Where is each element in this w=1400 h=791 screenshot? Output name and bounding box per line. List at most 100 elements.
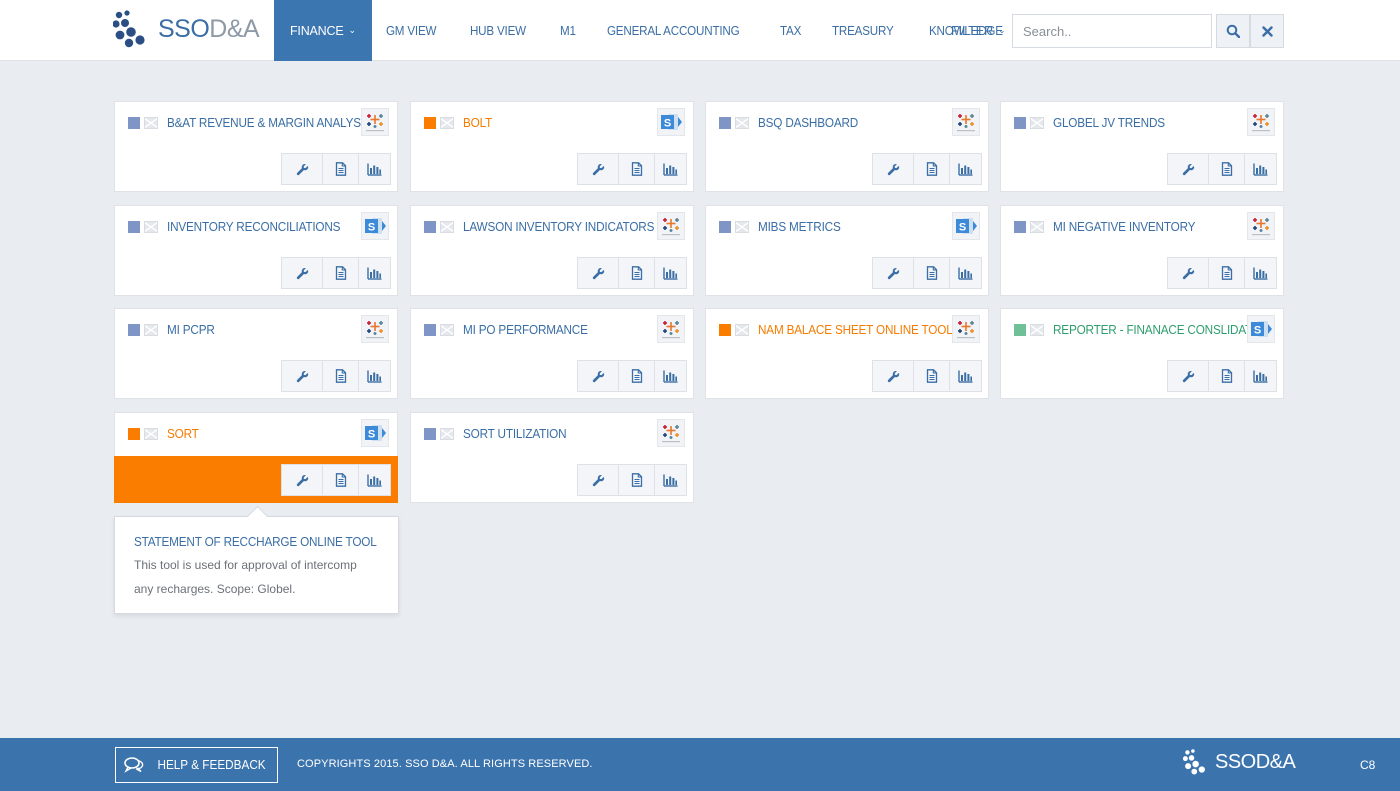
report-tile[interactable]: SORT S — [114, 412, 398, 503]
settings-button[interactable] — [1168, 361, 1208, 391]
report-button[interactable] — [949, 258, 981, 288]
report-button[interactable] — [358, 258, 390, 288]
search-button[interactable] — [1216, 14, 1250, 48]
tile-title[interactable]: BOLT — [463, 116, 492, 130]
settings-button[interactable] — [578, 361, 618, 391]
tile-title[interactable]: B&AT REVENUE & MARGIN ANALYSIS — [167, 116, 372, 130]
popup-title[interactable]: STATEMENT OF RECCHARGE ONLINE TOOL — [134, 535, 377, 549]
envelope-icon[interactable] — [735, 324, 749, 336]
details-button[interactable] — [618, 465, 654, 495]
details-button[interactable] — [1208, 361, 1244, 391]
tile-title[interactable]: MIBS METRICS — [758, 220, 841, 234]
envelope-icon[interactable] — [440, 428, 454, 440]
report-tile[interactable]: MI PCPR — [114, 308, 398, 399]
settings-button[interactable] — [282, 465, 322, 495]
filter-dropdown[interactable]: FILTER ⌄ — [951, 0, 1006, 61]
settings-button[interactable] — [282, 154, 322, 184]
document-icon — [335, 162, 347, 176]
details-button[interactable] — [1208, 154, 1244, 184]
envelope-icon[interactable] — [1030, 221, 1044, 233]
search-input[interactable] — [1012, 14, 1212, 48]
report-button[interactable] — [358, 361, 390, 391]
details-button[interactable] — [913, 258, 949, 288]
nav-m1[interactable]: M1 — [546, 0, 590, 61]
envelope-icon[interactable] — [144, 428, 158, 440]
settings-button[interactable] — [578, 154, 618, 184]
report-tile[interactable]: BOLT S — [410, 101, 694, 192]
nav-treasury[interactable]: TREASURY — [818, 0, 908, 61]
envelope-icon[interactable] — [440, 221, 454, 233]
report-button[interactable] — [654, 361, 686, 391]
details-button[interactable] — [322, 154, 358, 184]
settings-button[interactable] — [1168, 154, 1208, 184]
details-button[interactable] — [322, 258, 358, 288]
tile-title[interactable]: GLOBEL JV TRENDS — [1053, 116, 1165, 130]
details-button[interactable] — [913, 361, 949, 391]
report-tile[interactable]: REPORTER - FINANACE CONSLIDATED S — [1000, 308, 1284, 399]
tile-title[interactable]: BSQ DASHBOARD — [758, 116, 858, 130]
report-button[interactable] — [358, 154, 390, 184]
sso-logo[interactable]: SSOD&A — [113, 9, 260, 49]
report-tile[interactable]: INVENTORY RECONCILIATIONS S — [114, 205, 398, 296]
report-tile[interactable]: SORT UTILIZATION — [410, 412, 694, 503]
envelope-icon[interactable] — [1030, 117, 1044, 129]
settings-button[interactable] — [1168, 258, 1208, 288]
report-button[interactable] — [1244, 154, 1276, 184]
tile-title[interactable]: INVENTORY RECONCILIATIONS — [167, 220, 341, 234]
details-button[interactable] — [913, 154, 949, 184]
report-tile[interactable]: MI PO PERFORMANCE — [410, 308, 694, 399]
settings-button[interactable] — [282, 258, 322, 288]
tile-actions — [872, 153, 982, 185]
help-feedback-button[interactable]: HELP & FEEDBACK — [115, 747, 278, 783]
envelope-icon[interactable] — [440, 117, 454, 129]
report-tile[interactable]: MI NEGATIVE INVENTORY — [1000, 205, 1284, 296]
report-button[interactable] — [654, 465, 686, 495]
report-tile[interactable]: GLOBEL JV TRENDS — [1000, 101, 1284, 192]
report-tile[interactable]: B&AT REVENUE & MARGIN ANALYSIS — [114, 101, 398, 192]
settings-button[interactable] — [873, 361, 913, 391]
report-button[interactable] — [654, 258, 686, 288]
tile-title[interactable]: MI PCPR — [167, 323, 215, 337]
tile-title[interactable]: REPORTER - FINANACE CONSLIDATED — [1053, 323, 1268, 337]
settings-button[interactable] — [578, 465, 618, 495]
tile-title[interactable]: SORT — [167, 427, 199, 441]
envelope-icon[interactable] — [144, 324, 158, 336]
report-tile[interactable]: BSQ DASHBOARD — [705, 101, 989, 192]
envelope-icon[interactable] — [1030, 324, 1044, 336]
tile-title[interactable]: MI PO PERFORMANCE — [463, 323, 588, 337]
details-button[interactable] — [618, 258, 654, 288]
tile-title[interactable]: LAWSON INVENTORY INDICATORS — [463, 220, 654, 234]
details-button[interactable] — [322, 361, 358, 391]
envelope-icon[interactable] — [144, 221, 158, 233]
nav-tax[interactable]: TAX — [766, 0, 815, 61]
report-button[interactable] — [949, 154, 981, 184]
report-button[interactable] — [1244, 361, 1276, 391]
details-button[interactable] — [322, 465, 358, 495]
details-button[interactable] — [618, 154, 654, 184]
settings-button[interactable] — [282, 361, 322, 391]
envelope-icon[interactable] — [735, 221, 749, 233]
nav-general-accounting[interactable]: GENERAL ACCOUNTING — [593, 0, 753, 61]
report-button[interactable] — [1244, 258, 1276, 288]
report-tile[interactable]: NAM BALACE SHEET ONLINE TOOL — [705, 308, 989, 399]
envelope-icon[interactable] — [440, 324, 454, 336]
report-button[interactable] — [654, 154, 686, 184]
envelope-icon[interactable] — [144, 117, 158, 129]
details-button[interactable] — [618, 361, 654, 391]
nav-gm-view[interactable]: GM VIEW — [372, 0, 450, 61]
tile-title[interactable]: SORT UTILIZATION — [463, 427, 567, 441]
settings-button[interactable] — [578, 258, 618, 288]
report-button[interactable] — [358, 465, 390, 495]
tile-title[interactable]: MI NEGATIVE INVENTORY — [1053, 220, 1195, 234]
tile-title[interactable]: NAM BALACE SHEET ONLINE TOOL — [758, 323, 953, 337]
clear-button[interactable] — [1250, 14, 1284, 48]
nav-finance[interactable]: FINANCE ⌄ — [274, 0, 372, 61]
nav-hub-view[interactable]: HUB VIEW — [456, 0, 540, 61]
details-button[interactable] — [1208, 258, 1244, 288]
report-button[interactable] — [949, 361, 981, 391]
envelope-icon[interactable] — [735, 117, 749, 129]
settings-button[interactable] — [873, 154, 913, 184]
settings-button[interactable] — [873, 258, 913, 288]
report-tile[interactable]: LAWSON INVENTORY INDICATORS — [410, 205, 694, 296]
report-tile[interactable]: MIBS METRICS S — [705, 205, 989, 296]
